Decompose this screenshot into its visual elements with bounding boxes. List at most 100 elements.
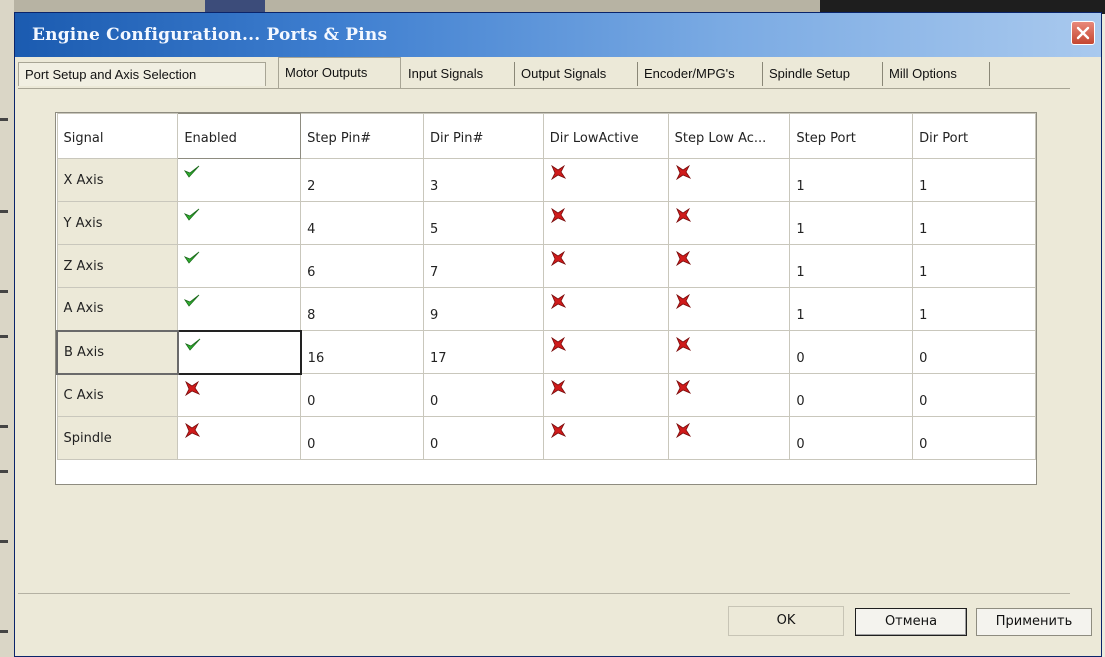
row-header-label: Y Axis — [63, 215, 103, 231]
cancel-button[interactable]: Отмена — [855, 608, 967, 636]
dir-pin-cell[interactable]: 0 — [422, 373, 544, 417]
row-header-z-axis[interactable]: Z Axis — [56, 244, 179, 288]
enabled-cell[interactable] — [177, 244, 302, 288]
dir-pin-cell[interactable]: 9 — [422, 287, 544, 331]
dir-low-active-cell[interactable] — [542, 416, 669, 460]
step-low-active-cell[interactable] — [667, 416, 791, 460]
column-header[interactable]: Dir Pin# — [422, 113, 544, 159]
x-icon — [550, 250, 566, 270]
column-header[interactable]: Dir Port — [912, 113, 1036, 159]
dir-port-cell[interactable]: 0 — [912, 330, 1036, 374]
dir-low-active-cell[interactable] — [542, 287, 669, 331]
tab-input-signals[interactable]: Input Signals — [402, 62, 515, 86]
step-port-cell[interactable]: 0 — [789, 416, 914, 460]
row-header-b-axis[interactable]: B Axis — [56, 329, 179, 375]
column-header[interactable]: Step Pin# — [300, 113, 424, 159]
dir-pin-cell[interactable]: 7 — [422, 244, 544, 288]
step-port-value: 0 — [796, 393, 805, 409]
window-title: Engine Configuration... Ports & Pins — [32, 25, 388, 45]
column-header-label: Step Port — [796, 130, 856, 146]
row-header-spindle[interactable]: Spindle — [56, 416, 179, 460]
dir-pin-cell[interactable]: 0 — [422, 416, 544, 460]
enabled-cell[interactable] — [177, 287, 302, 331]
x-icon — [675, 422, 691, 442]
step-port-value: 1 — [796, 221, 805, 237]
dir-port-cell[interactable]: 1 — [912, 287, 1036, 331]
row-header-x-axis[interactable]: X Axis — [56, 158, 179, 202]
step-port-cell[interactable]: 0 — [789, 373, 914, 417]
close-button[interactable] — [1071, 21, 1095, 45]
step-low-active-cell[interactable] — [667, 158, 791, 202]
tab-mill-options[interactable]: Mill Options — [883, 62, 990, 86]
step-pin-cell[interactable]: 8 — [300, 287, 424, 331]
step-port-cell[interactable]: 1 — [789, 287, 914, 331]
step-low-active-cell[interactable] — [667, 373, 791, 417]
step-pin-value: 0 — [307, 393, 316, 409]
enabled-cell[interactable] — [176, 329, 302, 375]
tab-port-setup[interactable]: Port Setup and Axis Selection — [18, 62, 266, 86]
row-header-label: Z Axis — [63, 258, 104, 274]
grid-table: Signal Enabled Step Pin# Dir Pin# Dir LowAct… — [56, 113, 1036, 460]
step-pin-cell[interactable]: 16 — [300, 330, 424, 374]
step-pin-cell[interactable]: 0 — [300, 373, 424, 417]
tab-spindle-setup[interactable]: Spindle Setup — [763, 62, 883, 86]
step-low-active-cell[interactable] — [667, 330, 791, 374]
step-pin-value: 8 — [307, 307, 316, 323]
step-low-active-cell[interactable] — [667, 287, 791, 331]
dir-port-value: 1 — [919, 264, 928, 280]
enabled-cell[interactable] — [177, 201, 302, 245]
dir-low-active-cell[interactable] — [542, 330, 669, 374]
step-pin-value: 16 — [307, 350, 325, 366]
tab-encoder-mpg[interactable]: Encoder/MPG's — [638, 62, 763, 86]
step-port-cell[interactable]: 1 — [789, 201, 914, 245]
step-port-value: 0 — [796, 350, 805, 366]
dir-port-value: 0 — [919, 393, 928, 409]
dir-port-cell[interactable]: 1 — [912, 201, 1036, 245]
column-header[interactable]: Dir LowActive — [542, 113, 669, 159]
dir-pin-cell[interactable]: 17 — [422, 330, 544, 374]
tab-label: Port Setup and Axis Selection — [25, 67, 197, 82]
dir-pin-cell[interactable]: 5 — [422, 201, 544, 245]
ok-button[interactable]: OK — [728, 606, 844, 636]
step-pin-cell[interactable]: 0 — [300, 416, 424, 460]
step-port-cell[interactable]: 0 — [789, 330, 914, 374]
dir-pin-value: 5 — [429, 221, 439, 237]
check-icon — [184, 338, 201, 356]
step-port-cell[interactable]: 1 — [789, 158, 914, 202]
step-low-active-cell[interactable] — [667, 244, 791, 288]
x-icon — [550, 379, 566, 399]
column-header[interactable]: Signal — [56, 113, 179, 159]
tab-motor-outputs[interactable]: Motor Outputs — [278, 57, 401, 88]
dir-port-cell[interactable]: 1 — [912, 158, 1036, 202]
dir-port-cell[interactable]: 0 — [912, 373, 1036, 417]
row-header-c-axis[interactable]: C Axis — [56, 373, 179, 417]
dir-low-active-cell[interactable] — [542, 201, 669, 245]
column-header[interactable]: Step Low Ac... — [667, 113, 791, 159]
x-icon — [675, 164, 691, 184]
dir-pin-cell[interactable]: 3 — [422, 158, 544, 202]
dir-port-cell[interactable]: 0 — [912, 416, 1036, 460]
step-pin-cell[interactable]: 6 — [300, 244, 424, 288]
enabled-cell[interactable] — [177, 158, 302, 202]
column-header-label: Step Pin# — [307, 130, 372, 146]
enabled-cell[interactable] — [177, 373, 302, 417]
row-header-a-axis[interactable]: A Axis — [56, 287, 179, 331]
apply-button[interactable]: Применить — [976, 608, 1092, 636]
column-header[interactable]: Step Port — [789, 113, 914, 159]
title-bar: Engine Configuration... Ports & Pins — [15, 13, 1101, 57]
step-pin-cell[interactable]: 4 — [300, 201, 424, 245]
enabled-cell[interactable] — [177, 416, 302, 460]
x-icon — [675, 379, 691, 399]
dir-low-active-cell[interactable] — [542, 158, 669, 202]
table-row: C Axis 0 0 0 0 — [56, 373, 1036, 417]
dir-port-cell[interactable]: 1 — [912, 244, 1036, 288]
row-header-y-axis[interactable]: Y Axis — [56, 201, 179, 245]
column-header[interactable]: Enabled — [177, 113, 302, 159]
dir-low-active-cell[interactable] — [542, 244, 669, 288]
step-pin-cell[interactable]: 2 — [300, 158, 424, 202]
step-low-active-cell[interactable] — [667, 201, 791, 245]
step-port-cell[interactable]: 1 — [789, 244, 914, 288]
close-icon — [1076, 26, 1090, 40]
dir-low-active-cell[interactable] — [542, 373, 669, 417]
tab-output-signals[interactable]: Output Signals — [515, 62, 638, 86]
